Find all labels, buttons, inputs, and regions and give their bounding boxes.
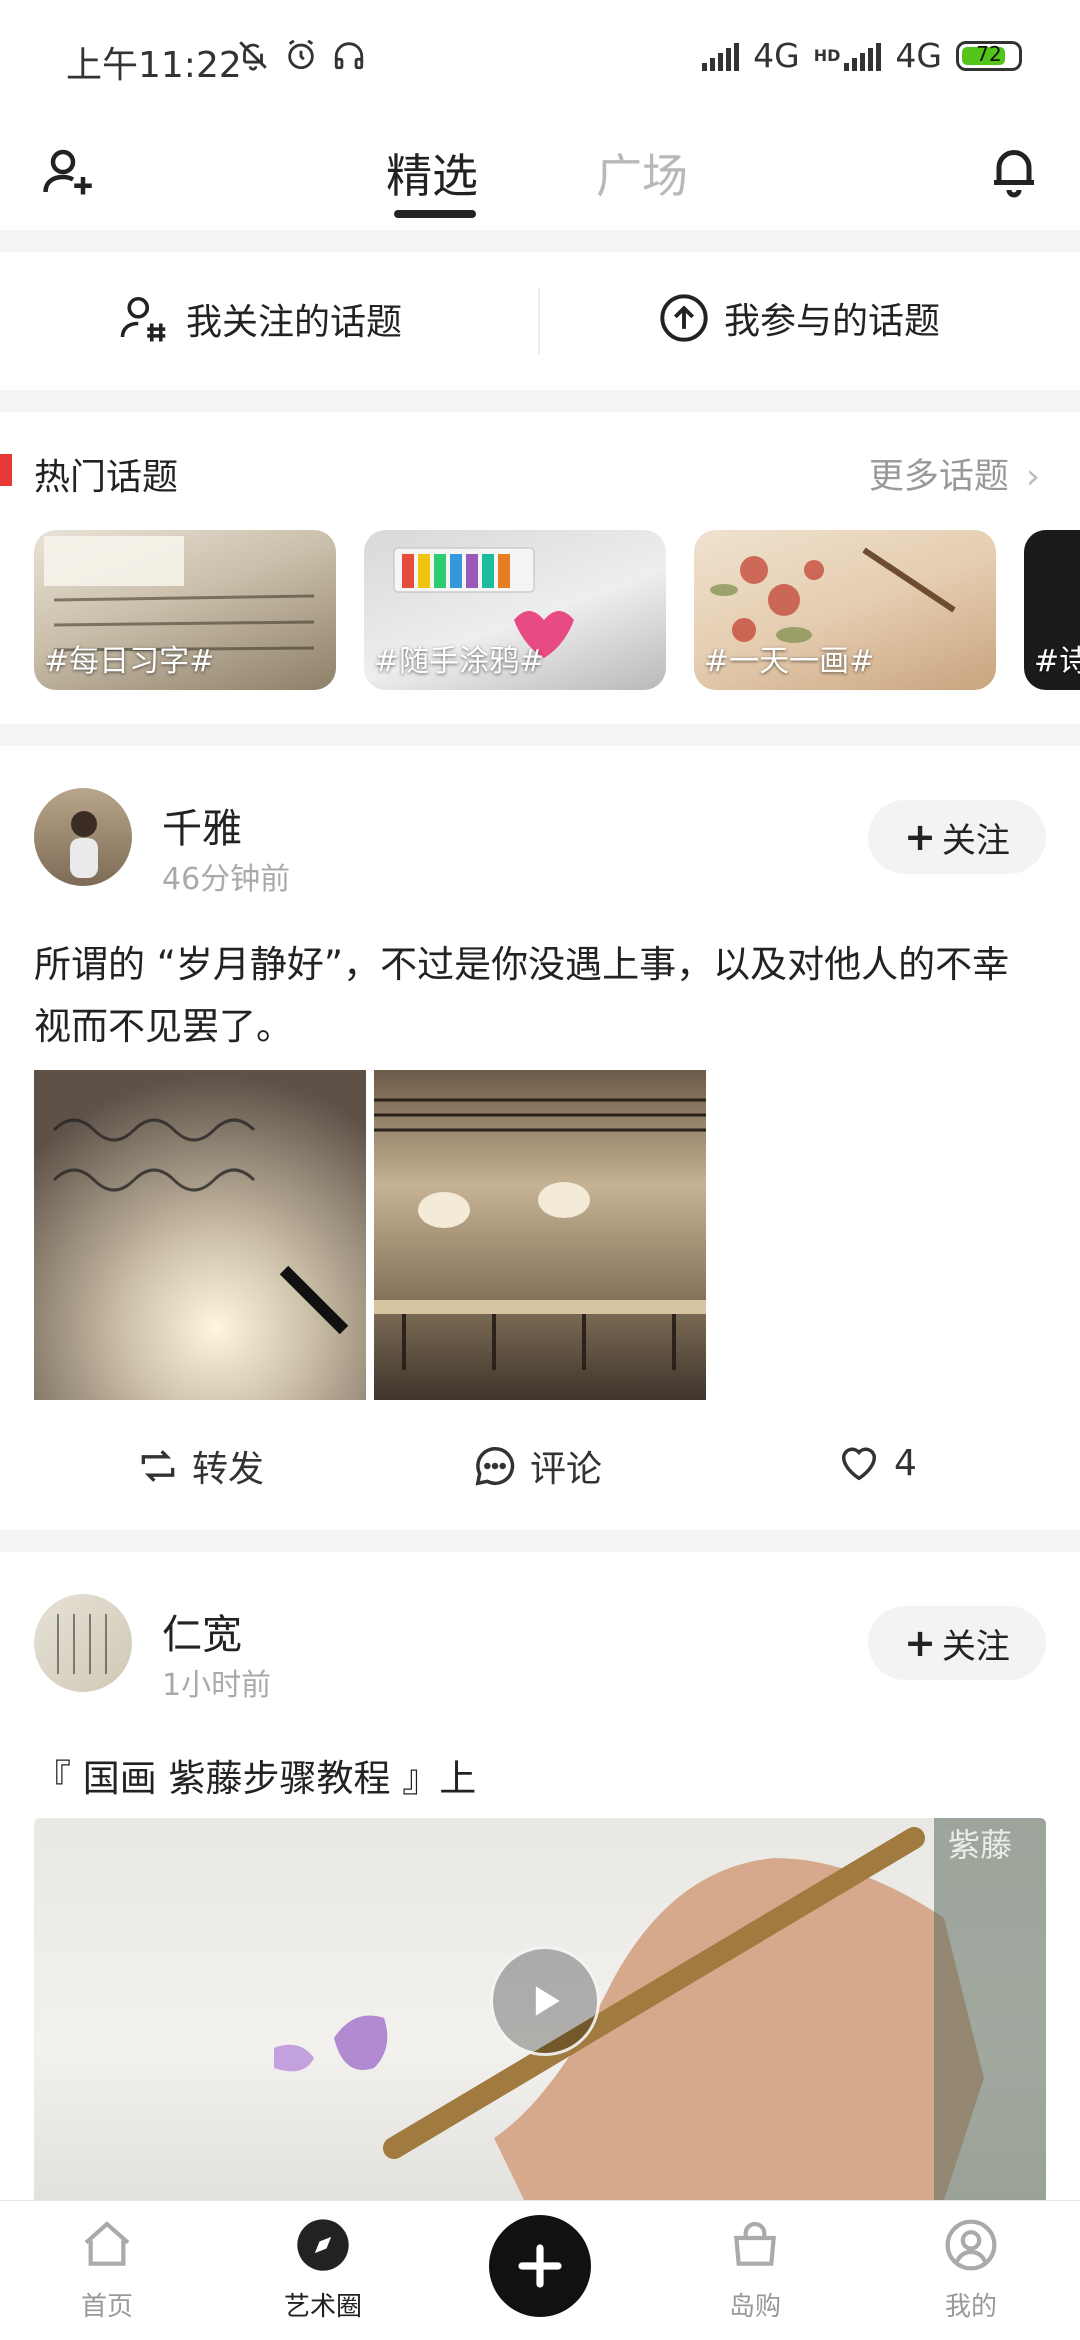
hot-topics-title: 热门话题 bbox=[34, 457, 179, 498]
follow-label: 关注 bbox=[941, 1626, 1010, 1667]
hot-topic-label: #每日习字# bbox=[44, 644, 215, 679]
handwriting-image bbox=[52, 1118, 349, 1335]
battery-level: 72 bbox=[976, 41, 1002, 66]
add-user-icon bbox=[43, 149, 92, 195]
plus-icon: + bbox=[904, 1621, 936, 1665]
post-time: 46分钟前 bbox=[162, 862, 291, 897]
interior-image bbox=[374, 1098, 706, 1370]
repost-icon bbox=[141, 1450, 175, 1482]
compass-icon bbox=[297, 2219, 349, 2271]
hot-topics-carousel[interactable]: #每日习字# #随手涂鸦# #一天一画# #诗 bbox=[34, 530, 1080, 694]
hot-topics-section: 热门话题 更多话题 › #每日习字# #随手涂鸦# #一天一画# #诗 bbox=[0, 412, 1080, 724]
alarm-icon bbox=[288, 39, 314, 70]
post-image[interactable] bbox=[374, 1070, 706, 1400]
signal-icon bbox=[702, 41, 740, 71]
section-accent-bar bbox=[0, 454, 12, 486]
more-topics-label: 更多话题 bbox=[868, 457, 1009, 497]
home-icon bbox=[84, 2221, 130, 2266]
like-button[interactable]: 4 bbox=[836, 1440, 917, 1486]
nav-home[interactable]: 首页 bbox=[42, 2217, 172, 2323]
headphones-icon bbox=[334, 42, 364, 70]
topics-divider bbox=[538, 288, 540, 354]
hot-topic-card[interactable]: #每日习字# bbox=[34, 530, 336, 690]
avatar-image bbox=[57, 1614, 107, 1674]
hd-badge: HD bbox=[813, 46, 841, 65]
bell-icon bbox=[994, 150, 1034, 198]
author-name[interactable]: 千雅 bbox=[162, 796, 242, 854]
nav-profile[interactable]: 我的 bbox=[906, 2217, 1036, 2323]
avatar[interactable] bbox=[34, 1594, 132, 1692]
nav-home-label: 首页 bbox=[80, 2292, 133, 2322]
nav-shop-label: 岛购 bbox=[728, 2292, 781, 2322]
notifications-button[interactable] bbox=[984, 140, 1044, 204]
user-hash-icon bbox=[120, 296, 166, 342]
avatar-image bbox=[70, 811, 98, 878]
hot-topic-label: #一天一画# bbox=[704, 644, 875, 679]
heart-icon bbox=[841, 1447, 877, 1481]
follow-label: 关注 bbox=[941, 820, 1010, 861]
followed-topics-label: 我关注的话题 bbox=[186, 302, 403, 343]
chevron-right-icon: › bbox=[1026, 457, 1040, 497]
post-video[interactable]: 紫藤 bbox=[34, 1818, 1046, 2200]
hot-topic-card[interactable]: #随手涂鸦# bbox=[364, 530, 666, 690]
arrow-up-circle-icon bbox=[660, 294, 708, 342]
battery-icon: 72 bbox=[956, 40, 1022, 71]
hot-topic-label: #诗 bbox=[1034, 644, 1080, 679]
publish-button[interactable] bbox=[489, 2215, 591, 2317]
play-icon bbox=[535, 1986, 560, 2016]
nav-profile-label: 我的 bbox=[944, 2292, 997, 2322]
network-type-1: 4G bbox=[753, 36, 800, 75]
post-images bbox=[34, 1070, 734, 1400]
author-name[interactable]: 仁宽 bbox=[162, 1602, 242, 1660]
joined-topics-button[interactable]: 我参与的话题 bbox=[658, 292, 940, 344]
post-actions: 转发 评论 4 bbox=[0, 1440, 1080, 1500]
post-image[interactable] bbox=[34, 1070, 366, 1400]
status-time: 上午11:22 bbox=[66, 45, 242, 86]
post-text[interactable]: 『 国画 紫藤步骤教程 』上 bbox=[34, 1748, 1044, 1810]
active-tab-indicator bbox=[394, 210, 476, 218]
status-bar: 上午11:22 4G HD 4G 72 bbox=[0, 0, 1080, 118]
more-topics-link[interactable]: 更多话题 › bbox=[869, 448, 1040, 499]
avatar[interactable] bbox=[34, 788, 132, 886]
status-icons-right: 4G HD 4G 72 bbox=[702, 36, 1022, 75]
hot-topic-label: #随手涂鸦# bbox=[374, 644, 545, 679]
follow-button[interactable]: + 关注 bbox=[868, 1606, 1046, 1680]
follow-button[interactable]: + 关注 bbox=[868, 800, 1046, 874]
post-card: 仁宽 1小时前 + 关注 『 国画 紫藤步骤教程 』上 紫藤 bbox=[0, 1552, 1080, 2200]
repost-label: 转发 bbox=[192, 1449, 265, 1490]
like-count: 4 bbox=[894, 1442, 917, 1484]
hot-topic-card[interactable]: #诗 bbox=[1024, 530, 1080, 690]
joined-topics-label: 我参与的话题 bbox=[724, 301, 941, 342]
play-button[interactable] bbox=[490, 1946, 600, 2056]
nav-art-circle[interactable]: 艺术圈 bbox=[258, 2217, 388, 2323]
signal-icon-2 bbox=[844, 41, 882, 71]
shop-icon bbox=[734, 2221, 776, 2266]
plus-icon bbox=[518, 2244, 562, 2288]
top-header: 精选 广场 bbox=[0, 118, 1080, 230]
profile-icon bbox=[945, 2219, 997, 2271]
post-time: 1小时前 bbox=[162, 1668, 272, 1703]
post-text[interactable]: 所谓的 “岁月静好”，不过是你没遇上事，以及对他人的不幸视而不见罢了。 bbox=[34, 934, 1044, 1058]
post-card: 千雅 46分钟前 + 关注 所谓的 “岁月静好”，不过是你没遇上事，以及对他人的… bbox=[0, 746, 1080, 1530]
status-icons-left bbox=[236, 38, 366, 72]
followed-topics-button[interactable]: 我关注的话题 bbox=[118, 292, 402, 346]
nav-shop[interactable]: 岛购 bbox=[690, 2217, 820, 2323]
hot-topic-card[interactable]: #一天一画# bbox=[694, 530, 996, 690]
tab-square[interactable]: 广场 bbox=[596, 140, 688, 206]
video-watermark: 紫藤 bbox=[947, 1826, 1012, 1864]
tab-featured[interactable]: 精选 bbox=[386, 140, 478, 206]
nav-art-circle-label: 艺术圈 bbox=[283, 2292, 362, 2322]
comment-icon bbox=[475, 1447, 515, 1486]
comment-label: 评论 bbox=[530, 1449, 603, 1490]
network-type-2: 4G bbox=[895, 36, 942, 75]
bottom-navigation: 首页 艺术圈 岛购 我的 bbox=[0, 2200, 1080, 2340]
comment-button[interactable]: 评论 bbox=[472, 1440, 602, 1492]
bell-off-icon bbox=[239, 41, 267, 71]
topic-shortcuts: 我关注的话题 我参与的话题 bbox=[0, 252, 1080, 390]
plus-icon: + bbox=[904, 815, 936, 859]
repost-button[interactable]: 转发 bbox=[136, 1440, 264, 1492]
add-friend-button[interactable] bbox=[38, 142, 98, 206]
